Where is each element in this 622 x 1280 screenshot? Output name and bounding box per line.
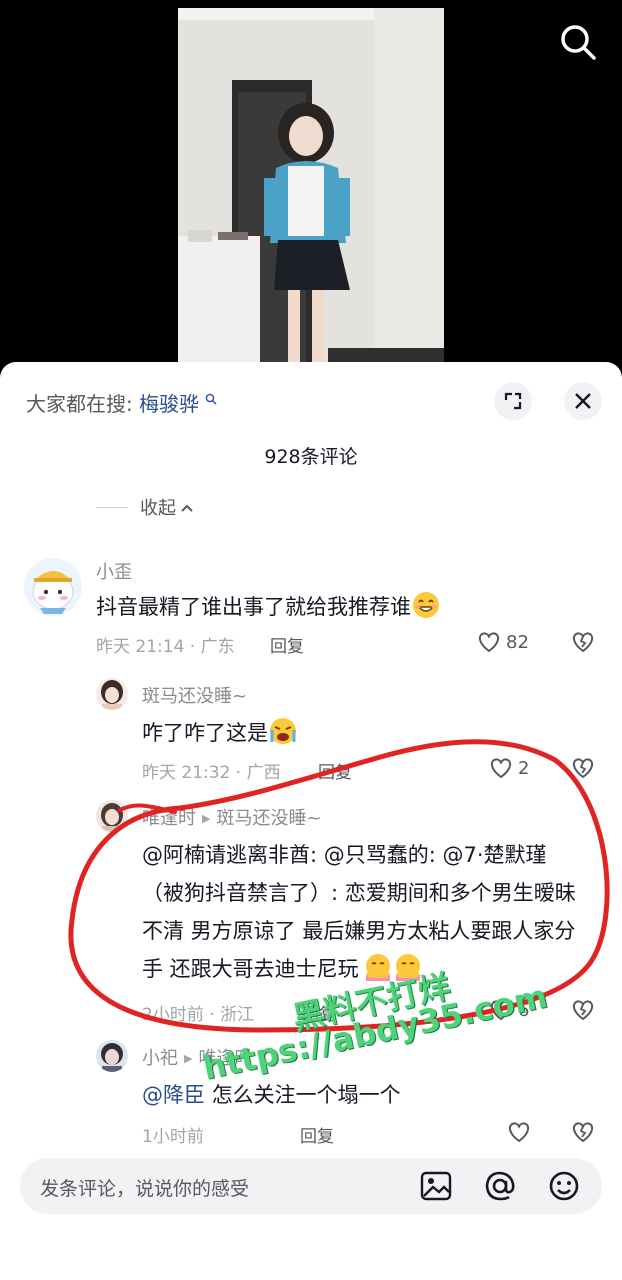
close-button[interactable]	[564, 382, 602, 420]
comment-count: 928条评论	[264, 446, 358, 468]
comment-sheet: 大家都在搜: 梅骏骅 928条评论 收起 小歪 抖音最精了谁出事了就给我推荐谁 …	[0, 362, 622, 1280]
collapse-label: 收起	[140, 498, 176, 519]
broken-heart-icon	[572, 758, 594, 779]
reply-username-text: 小祀	[142, 1048, 178, 1069]
trending-search[interactable]: 大家都在搜: 梅骏骅	[26, 388, 217, 417]
like-button[interactable]: 2	[488, 756, 529, 780]
collapse-replies[interactable]: 收起	[96, 494, 194, 520]
at-icon[interactable]	[482, 1168, 518, 1204]
avatar[interactable]	[96, 1040, 128, 1072]
video-area[interactable]	[0, 0, 622, 380]
reply-arrow-icon: ▶	[202, 812, 211, 825]
reply-button[interactable]: 回复	[318, 758, 352, 783]
comment-input-bar[interactable]: 发条评论，说说你的感受	[20, 1158, 602, 1214]
avatar[interactable]	[96, 678, 128, 710]
reply-text: 咋了咋了这是	[142, 714, 298, 752]
hug-emoji-icon	[363, 952, 393, 982]
heart-icon	[490, 758, 512, 779]
reply-text-content: @阿楠请逃离非酋: @只骂蠢的: @7·楚默瑾（被狗抖音禁言了）: 恋爱期间和多…	[142, 843, 576, 981]
heart-icon	[478, 632, 500, 653]
trending-search-prefix: 大家都在搜:	[26, 392, 133, 416]
like-button[interactable]: 82	[476, 630, 529, 654]
comment-item: 小歪 抖音最精了谁出事了就给我推荐谁 昨天 21:14 · 广东 回复 82	[0, 558, 622, 668]
reply-text-content: 怎么关注一个塌一个	[211, 1083, 401, 1107]
comment-meta: 昨天 21:14 · 广东	[96, 637, 235, 657]
reply-username[interactable]: 唯逢时 ▶ 斑马还没睡~	[142, 804, 322, 830]
video-player[interactable]	[178, 8, 444, 372]
comment-input-placeholder[interactable]: 发条评论，说说你的感受	[40, 1174, 249, 1201]
heart-icon	[508, 1122, 530, 1143]
trending-search-keyword[interactable]: 梅骏骅	[139, 392, 199, 416]
dislike-button[interactable]	[570, 756, 596, 784]
reply-button[interactable]: 回复	[270, 632, 304, 657]
emoji-icon[interactable]	[546, 1168, 582, 1204]
broken-heart-icon	[572, 632, 594, 653]
avatar[interactable]	[96, 800, 128, 832]
close-icon	[575, 393, 591, 409]
sheet-header: 大家都在搜: 梅骏骅 928条评论	[0, 362, 622, 468]
avatar[interactable]	[24, 558, 82, 616]
dislike-button[interactable]	[570, 1120, 596, 1148]
reply-button[interactable]: 回复	[300, 1122, 334, 1147]
small-search-icon	[205, 393, 217, 409]
mention-link[interactable]: @降臣	[142, 1083, 205, 1107]
reply-arrow-icon: ▶	[184, 1052, 193, 1065]
chevron-up-icon	[180, 498, 194, 517]
reply-item: 斑马还没睡~ 咋了咋了这是 昨天 21:32 · 广西 回复 2	[0, 678, 622, 788]
reply-meta: 1小时前	[142, 1127, 204, 1147]
broken-heart-icon	[572, 1122, 594, 1143]
reply-text-content: 咋了咋了这是	[142, 721, 268, 745]
dislike-button[interactable]	[570, 998, 596, 1026]
reply-meta: 昨天 21:32 · 广西	[142, 763, 281, 783]
expand-icon	[504, 392, 522, 410]
image-icon[interactable]	[418, 1168, 454, 1204]
dislike-button[interactable]	[570, 630, 596, 658]
comment-text-content: 抖音最精了谁出事了就给我推荐谁	[96, 595, 411, 619]
grin-emoji-icon	[411, 590, 441, 620]
reply-to-username[interactable]: 斑马还没睡~	[216, 808, 321, 829]
reply-username-text: 唯逢时	[142, 808, 196, 829]
video-frame-image	[178, 8, 444, 372]
divider	[96, 506, 128, 508]
reply-text: @阿楠请逃离非酋: @只骂蠢的: @7·楚默瑾（被狗抖音禁言了）: 恋爱期间和多…	[142, 836, 582, 988]
crying-emoji-icon	[268, 716, 298, 746]
comment-text: 抖音最精了谁出事了就给我推荐谁	[96, 588, 441, 626]
like-count: 2	[518, 757, 530, 779]
reply-meta: 2小时前 · 浙江	[142, 1005, 255, 1025]
like-button[interactable]	[506, 1120, 532, 1144]
like-count: 82	[506, 631, 529, 653]
comment-username[interactable]: 小歪	[96, 558, 132, 584]
broken-heart-icon	[572, 1000, 594, 1021]
reply-username[interactable]: 斑马还没睡~	[142, 682, 247, 708]
expand-button[interactable]	[494, 382, 532, 420]
search-icon[interactable]	[558, 22, 598, 62]
reply-text: @降臣 怎么关注一个塌一个	[142, 1076, 401, 1114]
